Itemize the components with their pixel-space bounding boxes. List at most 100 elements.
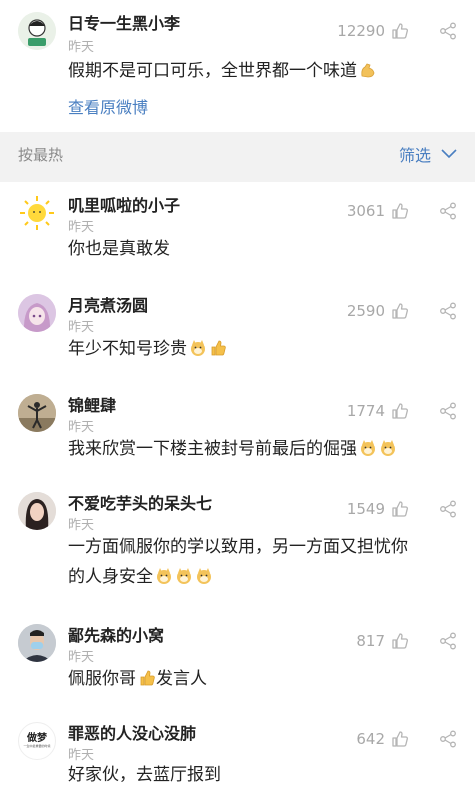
comment-share-button[interactable] xyxy=(439,730,457,752)
view-original-link[interactable]: 查看原微博 xyxy=(68,94,148,118)
sort-bar: 按最热 筛选 xyxy=(0,132,475,182)
post-text-content: 假期不是可口可乐，全世界都一个味道 xyxy=(68,61,357,81)
doge-emoji xyxy=(361,440,375,456)
comment-item: 鄙先森的小窝 昨天 817 佩服你哥 发言人 xyxy=(0,612,475,712)
commenter-name[interactable]: 月亮煮汤圆 xyxy=(68,292,148,316)
comment-item: 锦鲤肆 昨天 1774 我来欣赏一下楼主被封号前最后的倔强 xyxy=(0,382,475,482)
commenter-avatar[interactable] xyxy=(18,624,56,662)
comment-like-button[interactable]: 1774 xyxy=(347,402,409,420)
comment-item: 不爱吃芋头的呆头七 昨天 1549 一方面佩服你的学以致用，另一方面又担忧你 的… xyxy=(0,482,475,612)
doge-emoji xyxy=(381,440,395,456)
comment-text-content: 佩服你哥 xyxy=(68,669,136,689)
filter-label: 筛选 xyxy=(398,146,431,165)
commenter-name[interactable]: 罪恶的人没心没肺 xyxy=(68,720,196,744)
thumbs-up-icon xyxy=(392,501,408,517)
comment-text: 佩服你哥 发言人 xyxy=(68,664,445,694)
comment-list: 叽里呱啦的小子 昨天 3061 你也是真敢发 月亮煮汤圆 昨天 2590 年少不… xyxy=(0,182,475,800)
post-like-count: 12290 xyxy=(337,22,385,40)
share-icon xyxy=(440,632,456,650)
comment-like-count: 1549 xyxy=(346,500,385,518)
share-icon xyxy=(440,202,456,220)
comment-like-button[interactable]: 817 xyxy=(356,632,409,650)
commenter-avatar[interactable] xyxy=(18,294,56,332)
masked-man-avatar-icon xyxy=(18,624,56,662)
comment-text-content: 发言人 xyxy=(156,669,207,689)
post-author-name[interactable]: 日专一生黑小李 xyxy=(68,10,180,34)
comment-item: 叽里呱啦的小子 昨天 3061 你也是真敢发 xyxy=(0,182,475,282)
share-icon xyxy=(440,730,456,748)
thumbs-up-icon xyxy=(392,731,408,747)
avatar-image-icon xyxy=(18,12,56,50)
original-post: 日专一生黑小李 昨天 12290 假期不是可口可乐，全世界都一个味道 查看原微博 xyxy=(0,0,475,132)
post-share-button[interactable] xyxy=(439,22,457,44)
comment-item: 做梦 一生中最重要的时候 罪恶的人没心没肺 昨天 642 好家伙，去蓝厅报到 xyxy=(0,712,475,800)
commenter-avatar[interactable]: 做梦 一生中最重要的时候 xyxy=(18,722,56,760)
commenter-name[interactable]: 叽里呱啦的小子 xyxy=(68,192,180,216)
comment-like-button[interactable]: 3061 xyxy=(347,202,409,220)
dancer-avatar-icon xyxy=(18,394,56,432)
sun-avatar-icon xyxy=(20,196,54,230)
filter-button[interactable]: 筛选 xyxy=(399,142,457,166)
thumbs-up-icon xyxy=(392,303,408,319)
avatar-logo-subtext: 一生中最重要的时候 xyxy=(23,744,51,748)
commenter-name[interactable]: 锦鲤肆 xyxy=(68,392,116,416)
comment-text-line: 的人身安全 xyxy=(68,562,445,592)
comment-like-count: 1774 xyxy=(346,402,385,420)
post-like-button[interactable]: 12290 xyxy=(337,22,409,40)
comment-text: 我来欣赏一下楼主被封号前最后的倔强 xyxy=(68,434,445,464)
woman-avatar-icon xyxy=(18,492,56,530)
share-icon xyxy=(440,500,456,518)
thumbs-up-icon xyxy=(392,633,408,649)
commenter-avatar[interactable] xyxy=(18,492,56,530)
flexed-biceps-emoji xyxy=(361,63,375,78)
thumbs-up-emoji xyxy=(211,340,226,356)
post-time: 昨天 xyxy=(68,40,95,55)
comment-share-button[interactable] xyxy=(439,632,457,654)
comment-like-button[interactable]: 642 xyxy=(356,730,409,748)
comment-share-button[interactable] xyxy=(439,500,457,522)
comment-share-button[interactable] xyxy=(439,302,457,324)
doge-emoji xyxy=(177,568,191,584)
commenter-avatar[interactable] xyxy=(18,394,56,432)
chevron-down-icon xyxy=(441,149,457,159)
comment-item: 月亮煮汤圆 昨天 2590 年少不知号珍贵 xyxy=(0,282,475,382)
comment-share-button[interactable] xyxy=(439,202,457,224)
doge-emoji xyxy=(191,340,205,356)
doge-emoji xyxy=(157,568,171,584)
comment-like-count: 3061 xyxy=(346,202,385,220)
share-icon xyxy=(440,22,456,40)
thumbs-up-icon xyxy=(392,23,408,39)
comment-like-count: 2590 xyxy=(346,302,385,320)
commenter-name[interactable]: 不爱吃芋头的呆头七 xyxy=(68,490,212,514)
comment-text-content: 年少不知号珍贵 xyxy=(68,339,187,359)
comment-text-content: 我来欣赏一下楼主被封号前最后的倔强 xyxy=(68,439,357,459)
comment-text: 年少不知号珍贵 xyxy=(68,334,445,364)
commenter-avatar[interactable] xyxy=(18,194,56,232)
thumbs-up-emoji xyxy=(140,670,155,686)
anime-girl-avatar-icon xyxy=(18,294,56,332)
comment-text-line: 一方面佩服你的学以致用，另一方面又担忧你 xyxy=(68,537,408,557)
avatar-logo-text: 做梦 xyxy=(27,733,47,744)
comment-text: 好家伙，去蓝厅报到 xyxy=(68,765,221,785)
share-icon xyxy=(440,302,456,320)
thumbs-up-icon xyxy=(392,403,408,419)
comment-text-content: 的人身安全 xyxy=(68,567,153,587)
comment-text: 你也是真敢发 xyxy=(68,239,170,259)
comment-like-button[interactable]: 1549 xyxy=(347,500,409,518)
sort-label[interactable]: 按最热 xyxy=(18,144,63,165)
comment-like-count: 817 xyxy=(356,632,385,650)
post-author-avatar[interactable] xyxy=(18,12,56,50)
comment-like-button[interactable]: 2590 xyxy=(347,302,409,320)
share-icon xyxy=(440,402,456,420)
comment-time: 昨天 xyxy=(68,650,95,665)
doge-emoji xyxy=(197,568,211,584)
comment-like-count: 642 xyxy=(356,730,385,748)
comment-share-button[interactable] xyxy=(439,402,457,424)
commenter-name[interactable]: 鄙先森的小窝 xyxy=(68,622,164,646)
comment-time: 昨天 xyxy=(68,320,95,335)
post-text: 假期不是可口可乐，全世界都一个味道 xyxy=(68,56,445,86)
comment-time: 昨天 xyxy=(68,420,95,435)
thumbs-up-icon xyxy=(392,203,408,219)
comment-time: 昨天 xyxy=(68,220,95,235)
comment-text: 一方面佩服你的学以致用，另一方面又担忧你 的人身安全 xyxy=(68,532,445,592)
